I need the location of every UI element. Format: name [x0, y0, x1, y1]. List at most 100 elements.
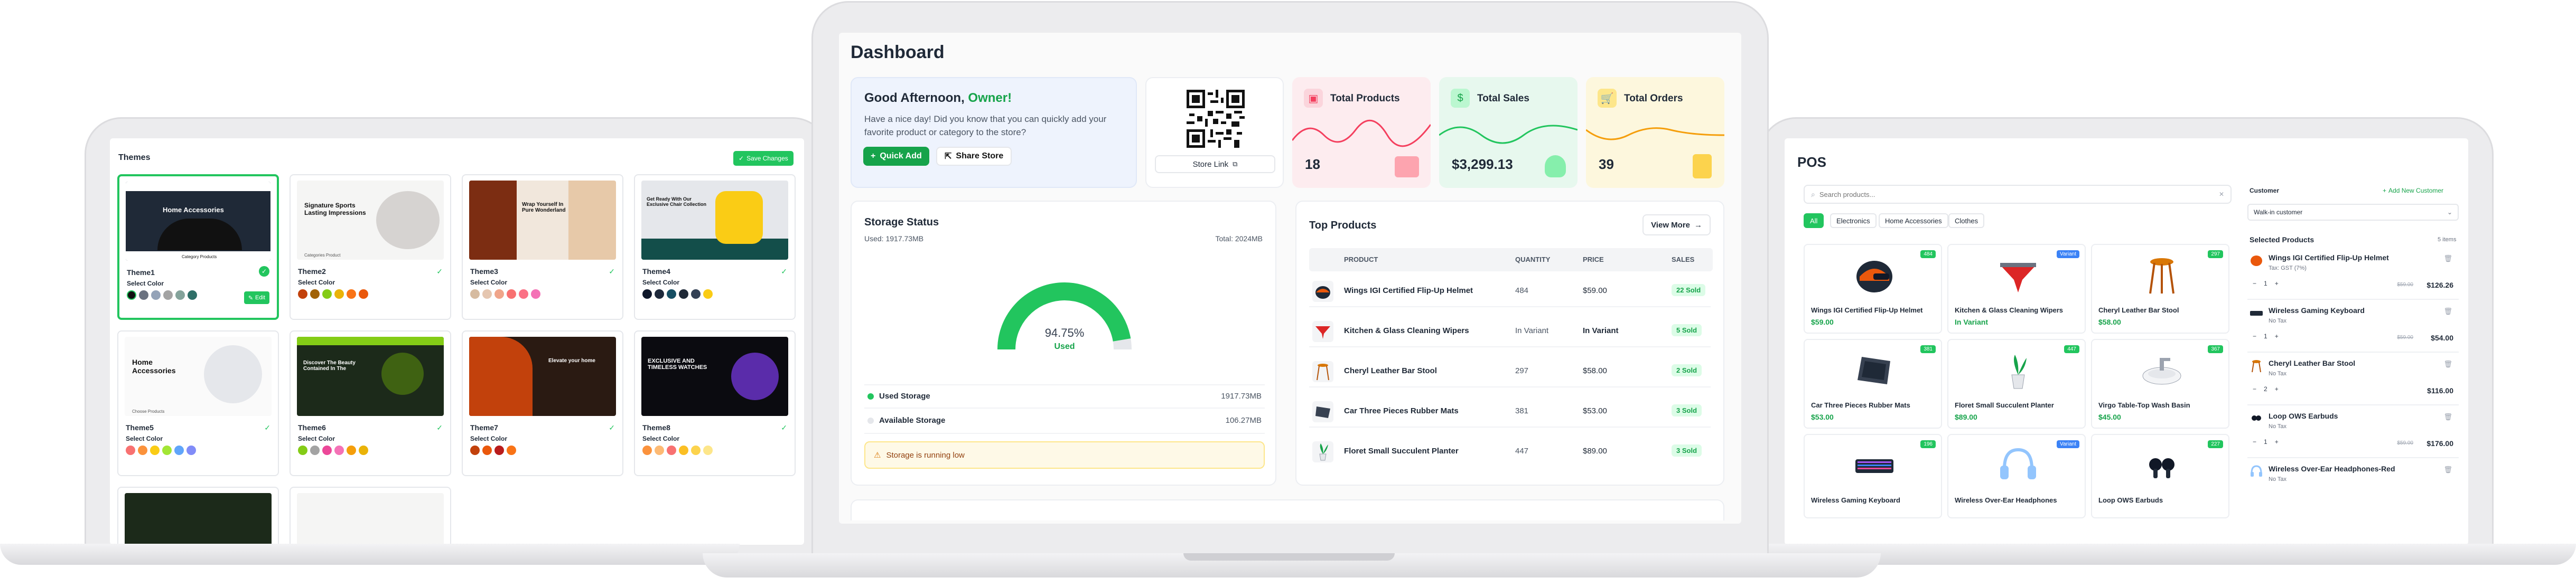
- color-swatch[interactable]: [150, 446, 160, 455]
- theme-card-6[interactable]: Discover The Beauty Contained In The The…: [290, 330, 451, 476]
- category-chip-home-accessories[interactable]: Home Accessories: [1879, 213, 1948, 228]
- color-swatch[interactable]: [531, 289, 540, 299]
- trash-icon[interactable]: 🗑: [2443, 413, 2452, 421]
- store-link-button[interactable]: Store Link ⧉: [1155, 155, 1275, 173]
- color-swatch[interactable]: [127, 290, 136, 300]
- table-row[interactable]: Wings IGI Certified Flip-Up Helmet 484 $…: [1309, 276, 1711, 307]
- color-swatch[interactable]: [334, 289, 344, 299]
- theme-card-10[interactable]: [290, 487, 451, 545]
- table-row[interactable]: Cheryl Leather Bar Stool 297 $58.00 2 So…: [1309, 356, 1711, 387]
- trash-icon[interactable]: 🗑: [2443, 466, 2452, 474]
- product-card[interactable]: 381 Car Three Pieces Rubber Mats $53.00: [1804, 339, 1942, 429]
- color-swatch[interactable]: [126, 446, 135, 455]
- color-swatch[interactable]: [188, 290, 197, 300]
- color-swatch[interactable]: [359, 289, 368, 299]
- color-swatch[interactable]: [655, 289, 664, 299]
- color-swatch[interactable]: [655, 446, 664, 455]
- color-swatch[interactable]: [298, 289, 307, 299]
- category-chip-all[interactable]: All: [1804, 213, 1824, 228]
- quick-add-button[interactable]: + Quick Add: [863, 147, 929, 166]
- share-store-button[interactable]: ⇱ Share Store: [936, 147, 1012, 166]
- color-swatch[interactable]: [310, 446, 320, 455]
- color-swatch[interactable]: [703, 446, 713, 455]
- quantity-stepper[interactable]: −1 +: [2253, 438, 2279, 446]
- color-swatch[interactable]: [174, 446, 184, 455]
- plus-icon[interactable]: +: [2275, 385, 2279, 393]
- color-swatch[interactable]: [494, 446, 504, 455]
- table-row[interactable]: Floret Small Succulent Planter 447 $89.0…: [1309, 436, 1711, 468]
- theme-card-3[interactable]: Wrap Yourself In Pure Wonderland Theme3 …: [462, 174, 623, 320]
- color-swatch[interactable]: [679, 289, 688, 299]
- quantity-stepper[interactable]: −1 +: [2253, 280, 2279, 287]
- view-more-button[interactable]: View More →: [1642, 214, 1711, 235]
- color-swatch[interactable]: [138, 446, 147, 455]
- add-customer-link[interactable]: + Add New Customer: [2383, 187, 2443, 194]
- color-swatch[interactable]: [470, 446, 480, 455]
- theme-card-4[interactable]: Get Ready With Our Exclusive Chair Colle…: [634, 174, 796, 320]
- save-changes-button[interactable]: ✓ Save Changes: [733, 151, 794, 166]
- color-swatch[interactable]: [347, 446, 356, 455]
- color-swatch[interactable]: [175, 290, 185, 300]
- table-row[interactable]: Kitchen & Glass Cleaning Wipers In Varia…: [1309, 316, 1711, 347]
- color-swatch[interactable]: [470, 289, 480, 299]
- theme-card-5[interactable]: Home Accessories Choose Products Theme5 …: [117, 330, 279, 476]
- product-card[interactable]: Variant Kitchen & Glass Cleaning Wipers …: [1947, 244, 2086, 334]
- theme-card-1[interactable]: Home Accessories Category Products Theme…: [117, 174, 279, 320]
- plus-icon[interactable]: +: [2275, 333, 2279, 340]
- theme-card-8[interactable]: EXCLUSIVE AND TIMELESS WATCHES Theme8 ✓ …: [634, 330, 796, 476]
- plus-icon[interactable]: +: [2275, 280, 2279, 287]
- color-swatch[interactable]: [507, 446, 516, 455]
- trash-icon[interactable]: 🗑: [2443, 360, 2452, 368]
- color-swatch[interactable]: [359, 446, 368, 455]
- color-swatch[interactable]: [322, 446, 332, 455]
- product-card[interactable]: Variant Wireless Over-Ear Headphones: [1947, 434, 2086, 518]
- color-swatch[interactable]: [667, 446, 676, 455]
- plus-icon[interactable]: +: [2275, 438, 2279, 446]
- product-card[interactable]: 484 Wings IGI Certified Flip-Up Helmet $…: [1804, 244, 1942, 334]
- quantity-stepper[interactable]: −1 +: [2253, 333, 2279, 340]
- trash-icon[interactable]: 🗑: [2443, 254, 2452, 263]
- minus-icon[interactable]: −: [2253, 333, 2256, 340]
- category-chip-electronics[interactable]: Electronics: [1830, 213, 1877, 228]
- theme-card-9[interactable]: [117, 487, 279, 545]
- pos-search-box[interactable]: ⌕ ✕: [1804, 185, 2232, 204]
- edit-theme-button[interactable]: ✎ Edit: [244, 291, 269, 304]
- minus-icon[interactable]: −: [2253, 438, 2256, 446]
- clear-icon[interactable]: ✕: [2219, 191, 2224, 198]
- color-swatch[interactable]: [334, 446, 344, 455]
- trash-icon[interactable]: 🗑: [2443, 307, 2452, 316]
- product-card[interactable]: 367 Virgo Table-Top Wash Basin $45.00: [2091, 339, 2229, 429]
- color-swatch[interactable]: [186, 446, 196, 455]
- minus-icon[interactable]: −: [2253, 385, 2256, 393]
- product-card[interactable]: 297 Cheryl Leather Bar Stool $58.00: [2091, 244, 2229, 334]
- color-swatch[interactable]: [494, 289, 504, 299]
- product-card[interactable]: 196 Wireless Gaming Keyboard: [1804, 434, 1942, 518]
- color-swatch[interactable]: [482, 446, 492, 455]
- color-swatch[interactable]: [310, 289, 320, 299]
- category-chip-clothes[interactable]: Clothes: [1948, 213, 1985, 228]
- color-swatch[interactable]: [507, 289, 516, 299]
- color-swatch[interactable]: [347, 289, 356, 299]
- customer-select[interactable]: Walk-in customer ⌄: [2247, 204, 2459, 221]
- minus-icon[interactable]: −: [2253, 280, 2256, 287]
- table-row[interactable]: Car Three Pieces Rubber Mats 381 $53.00 …: [1309, 396, 1711, 428]
- color-swatch[interactable]: [162, 446, 172, 455]
- color-swatch[interactable]: [642, 446, 652, 455]
- color-swatch[interactable]: [519, 289, 528, 299]
- color-swatch[interactable]: [679, 446, 688, 455]
- color-swatch[interactable]: [322, 289, 332, 299]
- theme-card-2[interactable]: Signature Sports Lasting Impressions Cat…: [290, 174, 451, 320]
- color-swatch[interactable]: [703, 289, 713, 299]
- color-swatch[interactable]: [151, 290, 161, 300]
- color-swatch[interactable]: [667, 289, 676, 299]
- theme-card-7[interactable]: Elevate your home Theme7 ✓ Select Color: [462, 330, 623, 476]
- color-swatch[interactable]: [691, 289, 701, 299]
- color-swatch[interactable]: [691, 446, 701, 455]
- color-swatch[interactable]: [642, 289, 652, 299]
- product-card[interactable]: 227 Loop OWS Earbuds: [2091, 434, 2229, 518]
- color-swatch[interactable]: [298, 446, 307, 455]
- color-swatch[interactable]: [163, 290, 173, 300]
- color-swatch[interactable]: [482, 289, 492, 299]
- quantity-stepper[interactable]: −2 +: [2253, 385, 2279, 393]
- pos-search-input[interactable]: [1819, 190, 2189, 198]
